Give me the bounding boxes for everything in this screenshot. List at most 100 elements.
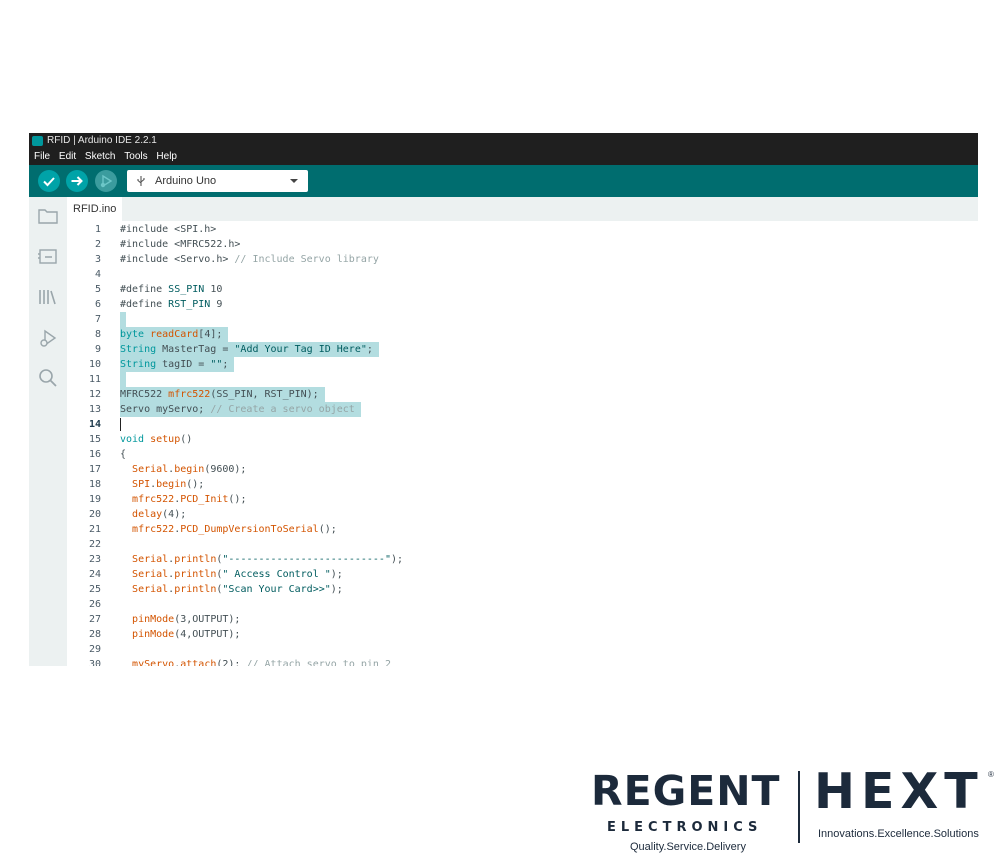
code-line[interactable]: 1 #include <SPI.h>	[67, 222, 978, 237]
arrow-right-icon	[71, 176, 83, 186]
line-number: 18	[88, 479, 101, 490]
title-bar: RFID | Arduino IDE 2.2.1	[29, 133, 978, 149]
menu-file[interactable]: File	[34, 149, 50, 165]
line-number: 5	[94, 284, 101, 295]
line-number: 4	[94, 269, 101, 280]
code-line[interactable]: 16 {	[67, 447, 978, 462]
line-number: 22	[88, 539, 101, 550]
registered-mark: ®	[988, 770, 994, 779]
code-line[interactable]: 19 mfrc522.PCD_Init();	[67, 492, 978, 507]
line-number: 26	[88, 599, 101, 610]
upload-button[interactable]	[66, 170, 88, 192]
arduino-ide-window: RFID | Arduino IDE 2.2.1 File Edit Sketc…	[29, 133, 978, 666]
tab-bar: RFID.ino	[67, 197, 978, 221]
code-text: Serial.begin(9600);	[132, 464, 247, 475]
line-number: 7	[94, 314, 101, 325]
code-line[interactable]: 24 Serial.println(" Access Control ");	[67, 567, 978, 582]
code-text: #include <SPI.h>	[120, 224, 217, 235]
board-manager-icon[interactable]	[37, 245, 59, 267]
line-number: 15	[88, 434, 101, 445]
code-text: mfrc522.PCD_DumpVersionToSerial();	[132, 524, 337, 535]
tab-rfid-ino[interactable]: RFID.ino	[67, 197, 123, 221]
code-line[interactable]: 28 pinMode(4,OUTPUT);	[67, 627, 978, 642]
line-number: 13	[88, 404, 101, 415]
code-line[interactable]: 21 mfrc522.PCD_DumpVersionToSerial();	[67, 522, 978, 537]
line-number: 12	[88, 389, 101, 400]
code-line[interactable]: 26	[67, 597, 978, 612]
hext-logo-text: HEXT	[814, 763, 984, 820]
line-number: 9	[94, 344, 101, 355]
code-line[interactable]: 9 String MasterTag = "Add Your Tag ID Her…	[67, 342, 978, 357]
activity-sidebar	[29, 197, 67, 666]
code-line[interactable]: 15 void setup()	[67, 432, 978, 447]
code-text: #include <MFRC522.h>	[120, 239, 241, 250]
menu-tools[interactable]: Tools	[124, 149, 147, 165]
verify-button[interactable]	[38, 170, 60, 192]
menu-help[interactable]: Help	[156, 149, 177, 165]
code-text: Serial.println("------------------------…	[132, 554, 404, 565]
code-line[interactable]: 2 #include <MFRC522.h>	[67, 237, 978, 252]
regent-logo-sub: ELECTRONICS	[607, 820, 763, 835]
folder-icon[interactable]	[37, 205, 59, 227]
code-text: SPI.begin();	[132, 479, 205, 490]
code-text: pinMode(3,OUTPUT);	[132, 614, 241, 625]
regent-logo-text: REGENT	[591, 767, 781, 815]
code-line[interactable]: 12 MFRC522 mfrc522(SS_PIN, RST_PIN);	[67, 387, 978, 402]
code-line[interactable]: 3 #include <Servo.h> // Include Servo lib…	[67, 252, 978, 267]
line-number: 28	[88, 629, 101, 640]
code-text: mfrc522.PCD_Init();	[132, 494, 247, 505]
chevron-down-icon	[290, 179, 298, 183]
line-number: 29	[88, 644, 101, 655]
menu-bar: File Edit Sketch Tools Help	[29, 149, 978, 165]
debug-icon[interactable]	[37, 327, 59, 349]
line-number: 14	[88, 419, 101, 430]
debug-button[interactable]	[95, 170, 117, 192]
line-number: 2	[94, 239, 101, 250]
selection-highlight	[120, 372, 127, 387]
code-line[interactable]: 14	[67, 417, 978, 432]
library-icon[interactable]	[37, 286, 59, 308]
code-line[interactable]: 25 Serial.println("Scan Your Card>>");	[67, 582, 978, 597]
line-number: 17	[88, 464, 101, 475]
code-line[interactable]: 23 Serial.println("---------------------…	[67, 552, 978, 567]
line-number: 11	[88, 374, 101, 385]
arduino-app-icon	[32, 136, 43, 146]
toolbar: Arduino Uno	[29, 165, 978, 197]
code-text: MFRC522 mfrc522(SS_PIN, RST_PIN);	[120, 389, 319, 400]
board-name: Arduino Uno	[155, 175, 217, 187]
menu-sketch[interactable]: Sketch	[85, 149, 116, 165]
line-number: 23	[88, 554, 101, 565]
code-line[interactable]: 27 pinMode(3,OUTPUT);	[67, 612, 978, 627]
code-line[interactable]: 5 #define SS_PIN 10	[67, 282, 978, 297]
line-number: 1	[94, 224, 101, 235]
footer-logos: REGENT ELECTRONICS Quality.Service.Deliv…	[590, 763, 1000, 858]
code-line[interactable]: 6 #define RST_PIN 9	[67, 297, 978, 312]
line-number: 19	[88, 494, 101, 505]
code-text: #include <Servo.h> // Include Servo libr…	[120, 254, 379, 265]
code-line[interactable]: 22	[67, 537, 978, 552]
logo-divider	[798, 771, 800, 843]
line-number: 6	[94, 299, 101, 310]
menu-edit[interactable]: Edit	[59, 149, 76, 165]
code-line[interactable]: 11	[67, 372, 978, 387]
search-icon[interactable]	[37, 367, 59, 389]
code-line[interactable]: 10 String tagID = "";	[67, 357, 978, 372]
code-line[interactable]: 4	[67, 267, 978, 282]
line-number: 20	[88, 509, 101, 520]
regent-tagline: Quality.Service.Delivery	[630, 841, 746, 853]
code-line[interactable]: 17 Serial.begin(9600);	[67, 462, 978, 477]
code-editor[interactable]: 1 #include <SPI.h> 2 #include <MFRC522.h> 3 #…	[67, 221, 978, 666]
code-line[interactable]: 7	[67, 312, 978, 327]
code-line[interactable]: 30 myServo.attach(2); // Attach servo to…	[67, 657, 978, 666]
line-number: 10	[88, 359, 101, 370]
code-text: {	[120, 449, 127, 460]
code-line[interactable]: 8 byte readCard[4];	[67, 327, 978, 342]
code-line[interactable]: 29	[67, 642, 978, 657]
board-selector[interactable]: Arduino Uno	[127, 170, 308, 192]
code-line[interactable]: 20 delay(4);	[67, 507, 978, 522]
code-line[interactable]: 18 SPI.begin();	[67, 477, 978, 492]
code-line[interactable]: 13 Servo myServo; // Create a servo objec…	[67, 402, 978, 417]
code-text: String tagID = "";	[120, 359, 229, 370]
selection-highlight	[120, 312, 127, 327]
line-number: 8	[94, 329, 101, 340]
